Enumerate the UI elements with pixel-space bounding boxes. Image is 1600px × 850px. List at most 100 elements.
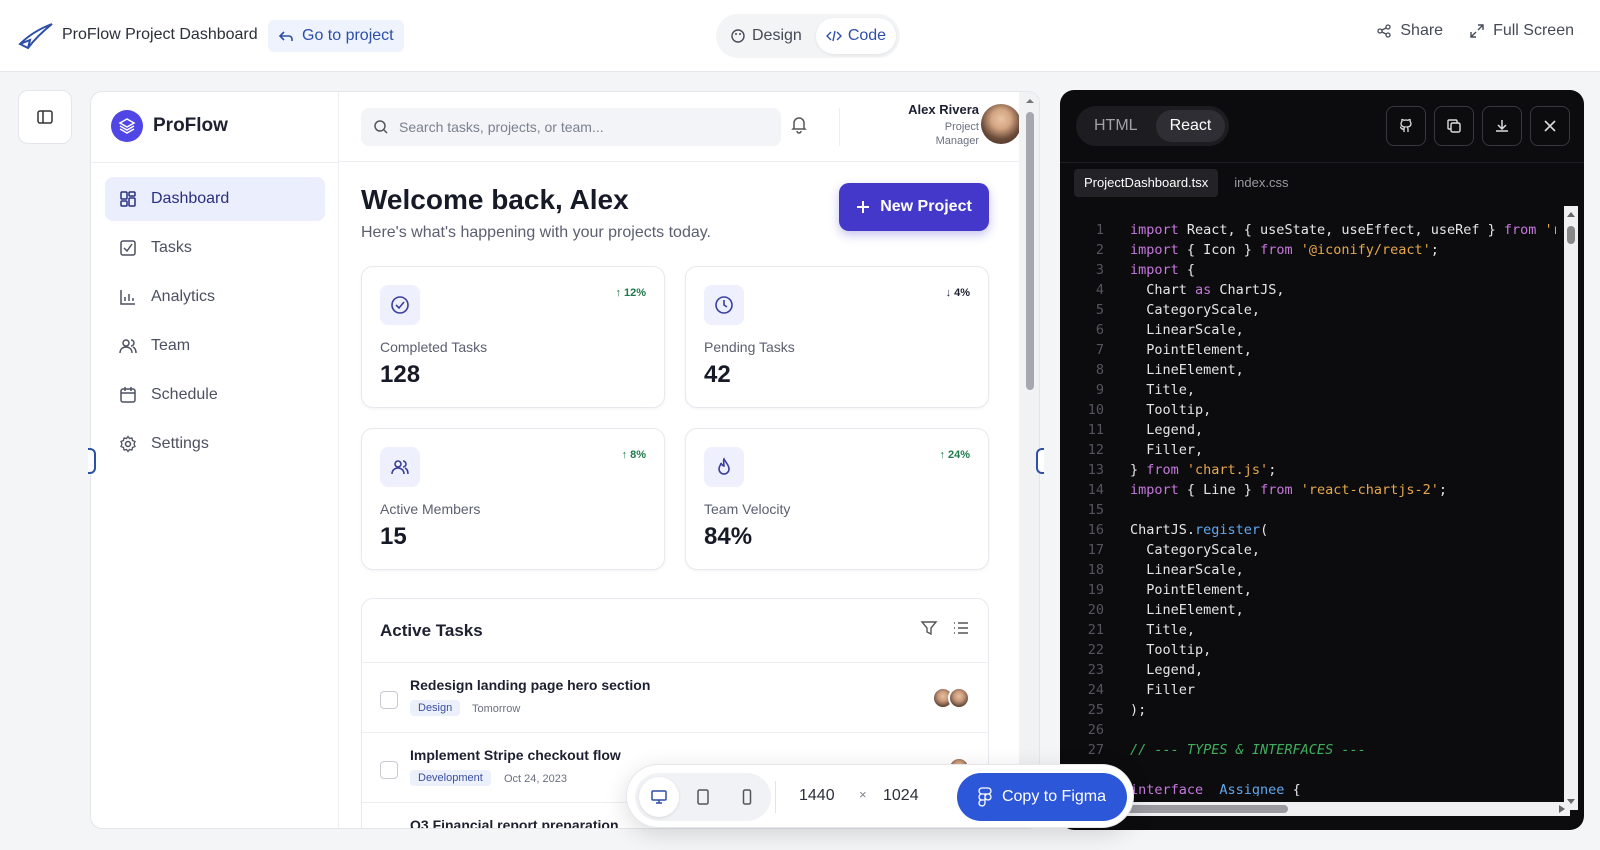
grid-icon xyxy=(120,191,136,207)
line-number: 8 xyxy=(1095,362,1104,378)
code-token: PointElement, xyxy=(1130,582,1252,598)
file-tab[interactable]: ProjectDashboard.tsx xyxy=(1074,169,1219,197)
sidebar-item-schedule[interactable]: Schedule xyxy=(105,373,325,417)
copy-button[interactable] xyxy=(1434,106,1474,146)
task-checkbox[interactable] xyxy=(380,691,398,709)
expand-icon xyxy=(1470,24,1484,38)
figma-icon xyxy=(978,787,992,807)
search-bar xyxy=(361,108,781,146)
sidebar-item-tasks[interactable]: Tasks xyxy=(105,226,325,270)
download-button[interactable] xyxy=(1482,106,1522,146)
code-tab-label: Code xyxy=(847,27,887,44)
close-button[interactable] xyxy=(1530,106,1570,146)
code-line: Title, xyxy=(1130,380,1556,400)
scroll-right-icon[interactable] xyxy=(1556,802,1568,816)
mobile-view-button[interactable] xyxy=(727,777,767,817)
code-line: interface Assignee { xyxy=(1130,780,1556,796)
code-line: ChartJS.register( xyxy=(1130,520,1556,540)
code-line: Tooltip, xyxy=(1130,640,1556,660)
new-project-button[interactable]: New Project xyxy=(839,183,989,231)
stat-value: 128 xyxy=(380,361,421,388)
sidebar-item-settings[interactable]: Settings xyxy=(105,422,325,466)
code-token: LineElement, xyxy=(1130,362,1244,378)
user-role-line: Project xyxy=(944,121,979,133)
avatar[interactable] xyxy=(981,104,1021,144)
chart-icon xyxy=(120,290,135,305)
line-number: 4 xyxy=(1095,282,1104,298)
line-number: 3 xyxy=(1095,262,1104,278)
sidebar-item-team[interactable]: Team xyxy=(105,324,325,368)
code-editor[interactable]: 1 2 3 4 5 6 7 8 9 10 11 12 13 14 15 16 17 18 19 20 21 22 23 24 2… xyxy=(1060,206,1556,796)
bell-icon[interactable] xyxy=(789,114,809,134)
line-number: 10 xyxy=(1087,402,1104,418)
check-circle-icon xyxy=(380,285,420,325)
user-info: Alex Rivera Project Manager xyxy=(908,102,979,148)
code-tab[interactable]: Code xyxy=(815,18,897,54)
sidebar-item-label: Analytics xyxy=(151,288,216,305)
code-token: Legend, xyxy=(1130,422,1204,438)
tab-react[interactable]: React xyxy=(1155,110,1226,142)
code-token: LineElement, xyxy=(1130,602,1244,618)
resize-handle-right[interactable] xyxy=(1036,448,1044,474)
scroll-thumb[interactable] xyxy=(1567,226,1575,244)
stat-value: 42 xyxy=(704,361,731,388)
code-token: from xyxy=(1146,462,1179,478)
sidebar-toggle-button[interactable] xyxy=(18,90,72,144)
tablet-icon xyxy=(697,789,709,805)
desktop-view-button[interactable] xyxy=(639,777,679,817)
task-name: Redesign landing page hero section xyxy=(410,677,651,693)
filter-icon[interactable] xyxy=(920,619,938,637)
list-icon[interactable] xyxy=(952,619,970,637)
viewport-height[interactable]: 1024 xyxy=(883,787,919,805)
line-number: 26 xyxy=(1087,722,1104,738)
design-tab-label: Design xyxy=(752,27,802,44)
line-number: 2 xyxy=(1095,242,1104,258)
viewport-width[interactable]: 1440 xyxy=(799,787,835,805)
code-token: Tooltip, xyxy=(1130,402,1212,418)
line-number: 14 xyxy=(1087,482,1104,498)
search-input[interactable] xyxy=(399,119,769,135)
code-line: // --- TYPES & INTERFACES --- xyxy=(1130,740,1556,760)
stat-card-pending: ↓ 4% Pending Tasks 42 xyxy=(685,266,989,408)
code-content: import React, { useState, useEffect, use… xyxy=(1130,220,1556,796)
sidebar-nav: Dashboard Tasks Analytics Team Schedule … xyxy=(105,177,325,471)
task-due: Tomorrow xyxy=(472,703,521,715)
code-vertical-scrollbar[interactable] xyxy=(1564,206,1578,810)
code-line: Legend, xyxy=(1130,420,1556,440)
design-tab[interactable]: Design xyxy=(720,18,812,54)
code-token: CategoryScale, xyxy=(1130,302,1261,318)
stat-label: Team Velocity xyxy=(704,501,791,517)
plus-icon xyxy=(857,201,870,213)
scroll-up-icon[interactable] xyxy=(1564,208,1578,220)
phone-icon xyxy=(742,789,752,805)
resize-handle-left[interactable] xyxy=(88,448,96,474)
sidebar-item-dashboard[interactable]: Dashboard xyxy=(105,177,325,221)
code-line: LinearScale, xyxy=(1130,320,1556,340)
code-token: register xyxy=(1195,522,1261,538)
scroll-thumb[interactable] xyxy=(1126,805,1288,813)
code-token: LinearScale, xyxy=(1130,562,1244,578)
full-screen-button[interactable]: Full Screen xyxy=(1469,22,1574,40)
code-line: Chart as ChartJS, xyxy=(1130,280,1556,300)
code-language-tabs: HTML React xyxy=(1076,106,1230,146)
scroll-up-icon[interactable] xyxy=(1019,94,1040,108)
go-to-project-button[interactable]: Go to project xyxy=(268,20,404,52)
file-tab[interactable]: index.css xyxy=(1224,169,1298,197)
scroll-thumb[interactable] xyxy=(1026,112,1034,390)
share-button[interactable]: Share xyxy=(1376,22,1443,40)
divider xyxy=(1060,162,1584,163)
sidebar-item-analytics[interactable]: Analytics xyxy=(105,275,325,319)
copy-to-figma-label: Copy to Figma xyxy=(1001,788,1107,805)
copy-to-figma-button[interactable]: Copy to Figma xyxy=(957,773,1127,821)
tab-html[interactable]: HTML xyxy=(1080,110,1152,142)
tablet-view-button[interactable] xyxy=(683,777,723,817)
table-row[interactable]: Redesign landing page hero section Desig… xyxy=(362,663,988,733)
code-token: ); xyxy=(1130,702,1147,718)
github-button[interactable] xyxy=(1386,106,1426,146)
code-horizontal-scrollbar[interactable] xyxy=(1060,802,1570,816)
task-checkbox[interactable] xyxy=(380,761,398,779)
line-number: 16 xyxy=(1087,522,1104,538)
page-subtitle: Here's what's happening with your projec… xyxy=(361,224,711,241)
code-line: import { Icon } from '@iconify/react'; xyxy=(1130,240,1556,260)
